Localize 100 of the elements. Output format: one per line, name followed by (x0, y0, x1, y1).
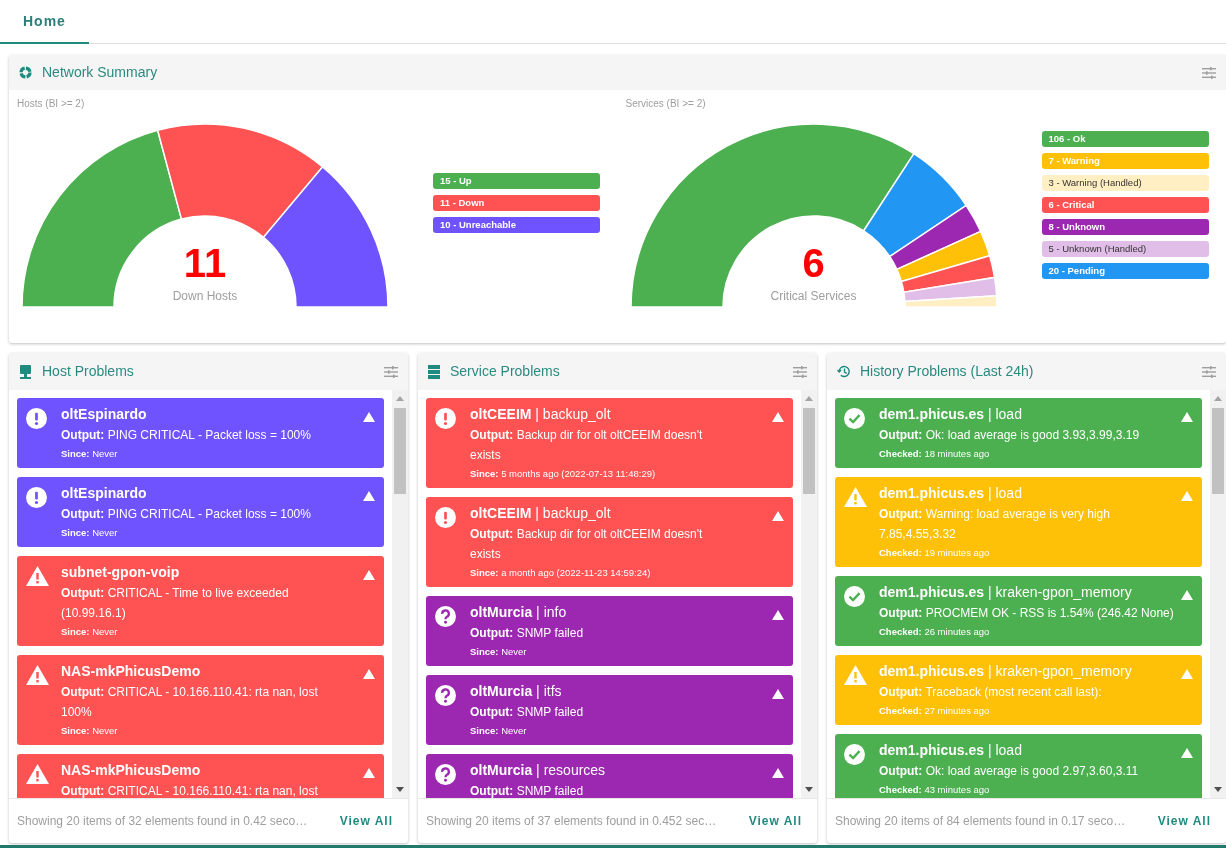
output-text: Output: CRITICAL - 10.166.110.41: rta nan, lost 100% (61, 684, 319, 721)
donut-icon (19, 66, 32, 79)
scroll-up-icon[interactable] (805, 396, 813, 401)
check-circle-icon (844, 586, 865, 607)
collapse-icon[interactable] (1181, 748, 1193, 758)
problem-card[interactable]: NAS-mkPhicusDemo Output: CRITICAL - 10.166.110.41: rta nan, lost (17, 754, 384, 798)
collapse-icon[interactable] (772, 689, 784, 699)
warning-icon (26, 665, 49, 685)
collapse-icon[interactable] (363, 491, 375, 501)
time-text: Checked: 18 minutes ago (879, 447, 991, 461)
scroll-down-icon[interactable] (396, 787, 404, 792)
problem-title: oltMurcia | info (470, 603, 568, 622)
time-text: Since: Never (61, 724, 119, 738)
settings-icon[interactable] (1202, 66, 1216, 79)
collapse-icon[interactable] (363, 669, 375, 679)
collapse-icon[interactable] (772, 412, 784, 422)
time-text: Since: a month ago (2022-11-23 14:59:24) (470, 566, 652, 580)
scroll-up-icon[interactable] (1214, 396, 1222, 401)
view-all-link[interactable]: View All (748, 812, 802, 830)
center-value: 6 (801, 241, 826, 285)
scrollbar-thumb[interactable] (394, 408, 406, 494)
collapse-icon[interactable] (363, 570, 375, 580)
card-title: History Problems (Last 24h) (860, 362, 1034, 381)
center-value: 11 (182, 241, 228, 285)
monitor-icon (19, 364, 32, 379)
legend-item: 8 - Unknown (1041, 219, 1209, 235)
help-circle-icon (435, 764, 456, 785)
time-text: Since: Never (470, 645, 528, 659)
time-text: Since: Never (61, 526, 119, 540)
check-circle-icon (844, 408, 865, 429)
footer-text: Showing 20 items of 37 elements found in 0.452 sec… (426, 813, 717, 830)
problem-title: oltEspinardo (61, 405, 148, 424)
collapse-icon[interactable] (1181, 590, 1193, 600)
problem-title: dem1.phicus.es | load (879, 484, 1023, 503)
center-label: Down Hosts (171, 288, 239, 304)
scroll-down-icon[interactable] (805, 787, 813, 792)
legend-item: 11 - Down (433, 195, 600, 211)
collapse-icon[interactable] (772, 768, 784, 778)
output-text: Output: Backup dir for olt oltCEEIM doesn't exists (470, 427, 704, 464)
scrollbar[interactable] (1210, 390, 1226, 798)
scroll-up-icon[interactable] (396, 396, 404, 401)
chart-caption: Hosts (BI >= 2) (17, 97, 85, 111)
problem-card[interactable]: oltEspinardo Output: PING CRITICAL - Packet loss = 100% Since: Never (17, 398, 384, 468)
problem-card[interactable]: dem1.phicus.es | load Output: Warning: load average is very high 7.85,4.55,3.32 Checked: 19 minutes ago (835, 477, 1202, 567)
output-text: Output: SNMP failed (470, 704, 585, 721)
tab[interactable]: Home (0, 0, 89, 44)
collapse-icon[interactable] (772, 610, 784, 620)
problem-card[interactable]: NAS-mkPhicusDemo Output: CRITICAL - 10.166.110.41: rta nan, lost 100% Since: Never (17, 655, 384, 745)
collapse-icon[interactable] (1181, 412, 1193, 422)
problem-card[interactable]: dem1.phicus.es | kraken-gpon_memory Output: Traceback (most recent call last): Checked: 27 minutes ago (835, 655, 1202, 725)
output-text: Output: Ok: load average is good 2.97,3.60,3.11 (879, 763, 1140, 780)
collapse-icon[interactable] (363, 768, 375, 778)
card-title: Service Problems (450, 362, 560, 381)
alert-circle-icon (435, 408, 456, 429)
legend-item: 20 - Pending (1041, 263, 1209, 279)
problem-title: oltEspinardo (61, 484, 148, 503)
problem-card[interactable]: dem1.phicus.es | load Output: Ok: load average is good 2.97,3.60,3.11 Checked: 43 minutes ago (835, 734, 1202, 798)
collapse-icon[interactable] (363, 412, 375, 422)
settings-icon[interactable] (384, 365, 398, 378)
card-title: Host Problems (42, 362, 134, 381)
output-text: Output: Traceback (most recent call last): (879, 684, 1103, 701)
history-icon (837, 365, 851, 378)
scrollbar[interactable] (801, 390, 817, 798)
warning-icon (26, 566, 49, 586)
legend-item: 6 - Critical (1041, 197, 1209, 213)
check-circle-icon (844, 744, 865, 765)
problem-card[interactable]: oltCEEIM | backup_olt Output: Backup dir for olt oltCEEIM doesn't exists Since: a month ago (2022-11-23 14:59:24) (426, 497, 793, 587)
settings-icon[interactable] (1202, 365, 1216, 378)
view-all-link[interactable]: View All (1157, 812, 1211, 830)
problem-card[interactable]: oltCEEIM | backup_olt Output: Backup dir for olt oltCEEIM doesn't exists Since: 5 months ago (2022-07-13 11:48:29) (426, 398, 793, 488)
problem-card[interactable]: oltMurcia | resources Output: SNMP failed (426, 754, 793, 798)
problem-title: oltCEEIM | backup_olt (470, 405, 612, 424)
scroll-down-icon[interactable] (1214, 787, 1222, 792)
footer-text: Showing 20 items of 84 elements found in 0.17 seco… (835, 813, 1126, 830)
problem-title: oltMurcia | resources (470, 761, 607, 780)
time-text: Checked: 43 minutes ago (879, 783, 991, 797)
help-circle-icon (435, 685, 456, 706)
view-all-link[interactable]: View All (339, 812, 393, 830)
legend-item: 15 - Up (433, 173, 600, 189)
problem-card[interactable]: oltEspinardo Output: PING CRITICAL - Packet loss = 100% Since: Never (17, 477, 384, 547)
problem-card[interactable]: subnet-gpon-voip Output: CRITICAL - Time to live exceeded (10.99.16.1) Since: Never (17, 556, 384, 646)
problem-card[interactable]: dem1.phicus.es | load Output: Ok: load average is good 3.93,3.99,3.19 Checked: 18 minutes ago (835, 398, 1202, 468)
output-text: Output: CRITICAL - 10.166.110.41: rta nan, lost (61, 783, 319, 798)
problem-card[interactable]: dem1.phicus.es | kraken-gpon_memory Output: PROCMEM OK - RSS is 1.54% (246.42 None) Checked: 26 minutes ago (835, 576, 1202, 646)
scrollbar-thumb[interactable] (803, 408, 815, 494)
legend-item: 106 - Ok (1041, 131, 1209, 147)
problem-title: dem1.phicus.es | kraken-gpon_memory (879, 583, 1133, 602)
settings-icon[interactable] (793, 365, 807, 378)
collapse-icon[interactable] (772, 511, 784, 521)
scrollbar-thumb[interactable] (1212, 408, 1224, 494)
center-label: Critical Services (769, 288, 858, 304)
output-text: Output: SNMP failed (470, 625, 585, 642)
problem-card[interactable]: oltMurcia | info Output: SNMP failed Since: Never (426, 596, 793, 666)
problem-card[interactable]: oltMurcia | itfs Output: SNMP failed Since: Never (426, 675, 793, 745)
output-text: Output: SNMP failed (470, 783, 585, 798)
problem-title: subnet-gpon-voip (61, 563, 181, 582)
output-text: Output: PING CRITICAL - Packet loss = 100% (61, 427, 312, 444)
problem-title: oltCEEIM | backup_olt (470, 504, 612, 523)
time-text: Since: Never (470, 724, 528, 738)
scrollbar[interactable] (392, 390, 408, 798)
